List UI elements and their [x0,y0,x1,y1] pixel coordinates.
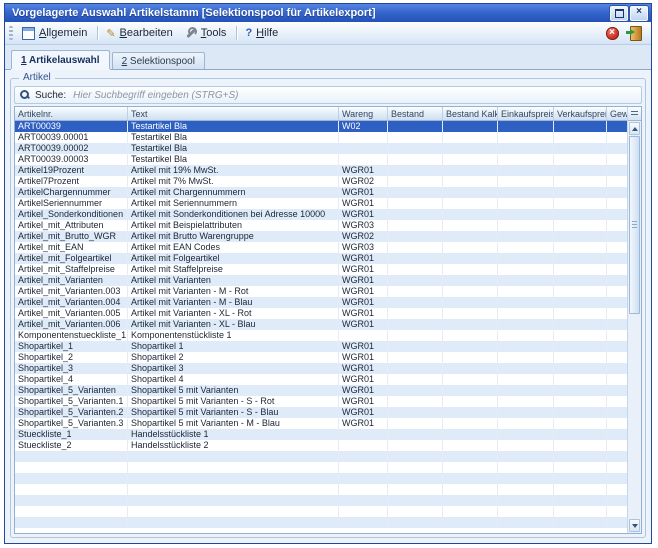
scroll-down-button[interactable] [629,519,640,532]
help-icon: ? [245,28,252,39]
tools-icon [185,27,197,39]
column-header-gewicht[interactable]: Gewicht [607,107,628,121]
menu-hilfe-label: Hilfe [256,27,278,39]
table-row[interactable]: Artikel_SonderkonditionenArtikel mit Son… [15,209,627,220]
table-row[interactable]: Shopartikel_5_Varianten.3Shopartikel 5 m… [15,418,627,429]
table-row[interactable]: Artikel_mit_EANArtikel mit EAN CodesWGR0… [15,242,627,253]
table-row[interactable]: Artikel_mit_AttributenArtikel mit Beispi… [15,220,627,231]
table-row[interactable]: Artikel_mit_FolgeartikelArtikel mit Folg… [15,253,627,264]
abort-icon [606,27,619,40]
tab-content: Artikel Suche: Artikelnr.TextWarengBesta… [5,70,651,543]
app-window: Vorgelagerte Auswahl Artikelstamm [Selek… [4,3,652,544]
abort-button[interactable] [601,23,623,43]
toolbar-grip[interactable] [9,26,13,40]
search-label: Suche: [35,90,66,101]
scroll-up-button[interactable] [629,122,640,135]
table-row[interactable]: Shopartikel_4Shopartikel 4WGR01270000 [15,374,627,385]
screen: Vorgelagerte Auswahl Artikelstamm [Selek… [0,0,658,548]
empty-row[interactable] [15,506,627,517]
tab-selektionspool-label: 2 Selektionspool [122,56,195,67]
table-row[interactable]: ART00039.00001Testartikel Bla0 [15,132,627,143]
grid-header-row: Artikelnr.TextWarengBestandBestand Kalk.… [15,107,627,121]
search-bar: Suche: [14,86,642,104]
table-row[interactable]: Shopartikel_2Shopartikel 2WGR01270000 [15,352,627,363]
table-row[interactable]: ART00039.00003Testartikel Bla0 [15,154,627,165]
table-row[interactable]: Artikel_mit_VariantenArtikel mit Variant… [15,275,627,286]
close-icon: × [636,7,642,17]
empty-row[interactable] [15,495,627,506]
empty-row[interactable] [15,451,627,462]
arrow-up-icon [632,127,638,131]
column-header-einkaufspreis[interactable]: Einkaufspreis [498,107,554,121]
table-row[interactable]: Artikel_mit_Varianten.003Artikel mit Var… [15,286,627,297]
column-header-verkaufspreis[interactable]: Verkaufspreis [554,107,607,121]
main-toolbar: Allgemein ✎ Bearbeiten Tools ? Hilfe [5,22,651,45]
table-row[interactable]: Artikel_mit_Brutto_WGRArtikel mit Brutto… [15,231,627,242]
title-bar[interactable]: Vorgelagerte Auswahl Artikelstamm [Selek… [5,4,651,22]
exit-door-icon [630,26,642,41]
table-row[interactable]: Artikel_mit_Varianten.005Artikel mit Var… [15,308,627,319]
artikel-table: Artikelnr.TextWarengBestandBestand Kalk.… [15,107,627,528]
table-row[interactable]: Stueckliste_1Handelsstückliste 126 [15,429,627,440]
artikel-grid: Artikelnr.TextWarengBestandBestand Kalk.… [14,106,642,534]
column-header-wareng[interactable]: Wareng [339,107,388,121]
toolbar-separator [97,26,98,40]
column-header-artikelnr[interactable]: Artikelnr. [15,107,128,121]
exit-button[interactable] [625,23,647,43]
menu-allgemein-label: Allgemein [39,27,87,39]
form-icon [22,27,35,40]
window-title: Vorgelagerte Auswahl Artikelstamm [Selek… [12,7,610,19]
empty-row[interactable] [15,484,627,495]
arrow-down-icon [632,524,638,528]
table-row[interactable]: Komponentenstueckliste_1Komponentenstück… [15,330,627,341]
tab-strip: 1 Artikelauswahl 2 Selektionspool [5,45,651,70]
empty-row[interactable] [15,517,627,528]
maximize-icon [615,9,624,18]
table-row[interactable]: Shopartikel_5_Varianten.2Shopartikel 5 m… [15,407,627,418]
table-row[interactable]: ArtikelChargennummerArtikel mit Chargenn… [15,187,627,198]
tab-selektionspool[interactable]: 2 Selektionspool [112,52,205,69]
empty-row[interactable] [15,473,627,484]
table-row[interactable]: Artikel_mit_StaffelpreiseArtikel mit Sta… [15,264,627,275]
maximize-button[interactable] [610,6,628,21]
table-row[interactable]: Shopartikel_5_Varianten.1Shopartikel 5 m… [15,396,627,407]
menu-allgemein[interactable]: Allgemein [18,25,93,42]
tab-artikelauswahl[interactable]: 1 Artikelauswahl [11,50,110,69]
tab-artikelauswahl-label: 1 Artikelauswahl [21,55,100,66]
table-row[interactable]: ART00039Testartikel BlaW020 [15,121,627,133]
column-header-bestand_kalk[interactable]: Bestand Kalk. [443,107,498,121]
table-row[interactable]: Shopartikel_5_VariantenShopartikel 5 mit… [15,385,627,396]
vertical-scrollbar[interactable] [627,107,641,533]
table-row[interactable]: Artikel_mit_Varianten.006Artikel mit Var… [15,319,627,330]
grid-viewport: Artikelnr.TextWarengBestandBestand Kalk.… [15,107,627,533]
grid-menu-icon [631,111,638,117]
table-row[interactable]: Artikel7ProzentArtikel mit 7% MwSt.WGR02… [15,176,627,187]
empty-row[interactable] [15,462,627,473]
menu-bearbeiten[interactable]: ✎ Bearbeiten [102,25,178,41]
table-row[interactable]: Shopartikel_3Shopartikel 3WGR01270000 [15,363,627,374]
toolbar-separator [236,26,237,40]
table-row[interactable]: Artikel_mit_Varianten.004Artikel mit Var… [15,297,627,308]
menu-hilfe[interactable]: ? Hilfe [241,25,284,41]
table-row[interactable]: Stueckliste_2Handelsstückliste 220 [15,440,627,451]
search-input[interactable] [71,89,636,102]
table-row[interactable]: ART00039.00002Testartikel Bla0 [15,143,627,154]
artikel-groupbox: Artikel Suche: Artikelnr.TextWarengBesta… [10,78,646,538]
menu-bearbeiten-label: Bearbeiten [120,27,173,39]
menu-tools[interactable]: Tools [181,25,233,41]
titlebar-buttons: × [610,6,648,21]
column-header-text[interactable]: Text [128,107,339,121]
pencil-icon: ✎ [106,28,115,39]
scroll-track[interactable] [629,136,640,518]
search-icon [20,90,30,100]
table-row[interactable]: ArtikelSeriennummerArtikel mit Seriennum… [15,198,627,209]
column-header-bestand[interactable]: Bestand [388,107,443,121]
table-row[interactable]: Artikel19ProzentArtikel mit 19% MwSt.WGR… [15,165,627,176]
grid-menu-button[interactable] [628,107,641,121]
close-button[interactable]: × [630,6,648,21]
groupbox-title: Artikel [19,72,55,83]
menu-tools-label: Tools [201,27,227,39]
scroll-thumb[interactable] [629,136,640,314]
table-row[interactable]: Shopartikel_1Shopartikel 1WGR01270000 [15,341,627,352]
